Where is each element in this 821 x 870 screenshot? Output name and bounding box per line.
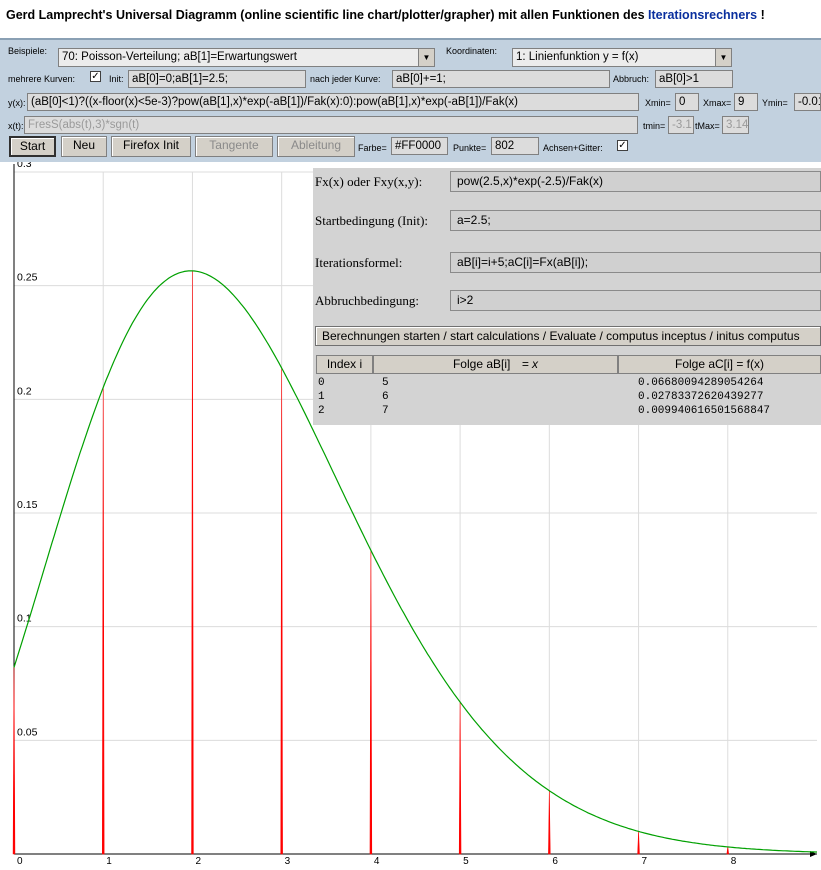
cell-ab: 6	[382, 391, 389, 403]
cell-ac: 0.009940616501568847	[638, 405, 771, 417]
mehrere-kurven-label: mehrere Kurven:	[8, 74, 76, 84]
y-tick-label: 0.2	[17, 385, 32, 397]
punkte-label: Punkte=	[453, 143, 487, 153]
cell-ab: 5	[382, 377, 389, 389]
control-panel: Beispiele: 70: Poisson-Verteilung; aB[1]…	[0, 38, 821, 164]
ymin-label: Ymin=	[762, 98, 788, 108]
beispiele-label: Beispiele:	[8, 46, 48, 56]
tmax-label: tMax=	[695, 121, 720, 131]
abbruchbedingung-input[interactable]: i>2	[450, 290, 821, 311]
x-tick-label: 5	[463, 856, 469, 867]
col-ab-header-text: Folge aB[i]	[452, 357, 511, 371]
col-ab-header-x: = x	[521, 357, 539, 371]
xmin-label: Xmin=	[645, 98, 671, 108]
cell-index: 0	[318, 377, 325, 389]
init-label: Init:	[109, 74, 124, 84]
punkte-input[interactable]: 802	[491, 137, 539, 155]
xmax-label: Xmax=	[703, 98, 732, 108]
title-text: Gerd Lamprecht's Universal Diagramm (onl…	[6, 8, 649, 22]
abbruchbedingung-label: Abbruchbedingung:	[315, 293, 419, 308]
cell-ac: 0.02783372620439277	[638, 391, 764, 403]
firefox-init-button[interactable]: Firefox Init	[111, 136, 191, 157]
beispiele-select[interactable]: 70: Poisson-Verteilung; aB[1]=Erwartungs…	[58, 48, 435, 67]
nach-jeder-kurve-input[interactable]: aB[0]+=1;	[392, 70, 610, 88]
koordinaten-select[interactable]: 1: Linienfunktion y = f(x) ▼	[512, 48, 732, 67]
table-row: 2 7 0.009940616501568847	[318, 404, 821, 418]
chevron-down-icon[interactable]: ▼	[715, 49, 731, 66]
ableitung-button[interactable]: Ableitung	[277, 136, 355, 157]
neu-button[interactable]: Neu	[61, 136, 107, 157]
x-tick-label: 1	[106, 856, 112, 867]
abbruch-label: Abbruch:	[613, 74, 650, 84]
xt-input[interactable]: FresS(abs(t),3)*sgn(t)	[24, 116, 638, 134]
y-tick-label: 0.3	[17, 162, 32, 170]
iterationsformel-input[interactable]: aB[i]=i+5;aC[i]=Fx(aB[i]);	[450, 252, 821, 273]
init-input[interactable]: aB[0]=0;aB[1]=2.5;	[128, 70, 306, 88]
xmin-input[interactable]: 0	[675, 93, 699, 111]
cell-index: 1	[318, 391, 325, 403]
farbe-label: Farbe=	[358, 143, 387, 153]
x-tick-label: 7	[642, 856, 648, 867]
fx-input[interactable]: pow(2.5,x)*exp(-2.5)/Fak(x)	[450, 171, 821, 192]
x-tick-label: 0	[17, 856, 23, 867]
xt-label: x(t):	[8, 121, 24, 131]
xmax-input[interactable]: 9	[734, 93, 758, 111]
page-title: Gerd Lamprecht's Universal Diagramm (onl…	[6, 8, 765, 22]
x-tick-label: 3	[285, 856, 291, 867]
abbruch-input[interactable]: aB[0]>1	[655, 70, 733, 88]
koordinaten-value: 1: Linienfunktion y = f(x)	[516, 51, 639, 63]
chevron-down-icon[interactable]: ▼	[418, 49, 434, 66]
y-tick-label: 0.05	[17, 726, 38, 738]
tmin-label: tmin=	[643, 121, 666, 131]
startbedingung-input[interactable]: a=2.5;	[450, 210, 821, 231]
table-row: 1 6 0.02783372620439277	[318, 390, 821, 404]
iterationsrechner-link[interactable]: Iterationsrechners	[648, 8, 757, 22]
start-button[interactable]: Start	[9, 136, 56, 157]
title-bar: Gerd Lamprecht's Universal Diagramm (onl…	[0, 0, 821, 36]
col-index-header: Index i	[316, 355, 373, 374]
fx-label: Fx(x) oder Fxy(x,y):	[315, 174, 423, 189]
tmin-input[interactable]: -3.1	[668, 116, 694, 134]
col-ac-header: Folge aC[i] = f(x)	[618, 355, 821, 374]
iteration-panel: Fx(x) oder Fxy(x,y): pow(2.5,x)*exp(-2.5…	[313, 168, 821, 425]
y-tick-label: 0.15	[17, 499, 38, 511]
yx-label: y(x):	[8, 98, 26, 108]
col-ab-header: Folge aB[i] = x	[373, 355, 618, 374]
achsen-gitter-label: Achsen+Gitter:	[543, 143, 603, 153]
x-tick-label: 4	[374, 856, 380, 867]
x-tick-label: 8	[731, 856, 737, 867]
beispiele-value: 70: Poisson-Verteilung; aB[1]=Erwartungs…	[62, 51, 297, 63]
nach-jeder-kurve-label: nach jeder Kurve:	[310, 74, 381, 84]
mehrere-kurven-checkbox[interactable]: ✓	[90, 71, 101, 82]
koordinaten-label: Koordinaten:	[446, 46, 498, 56]
cell-index: 2	[318, 405, 325, 417]
tangente-button[interactable]: Tangente	[195, 136, 273, 157]
farbe-input[interactable]: #FF0000	[391, 137, 448, 155]
ymin-input[interactable]: -0.01	[794, 93, 821, 111]
cell-ab: 7	[382, 405, 389, 417]
yx-input[interactable]: (aB[0]<1)?((x-floor(x)<5e-3)?pow(aB[1],x…	[27, 93, 639, 111]
tmax-input[interactable]: 3.14	[722, 116, 749, 134]
table-row: 0 5 0.06680094289054264	[318, 376, 821, 390]
title-suffix: !	[757, 8, 765, 22]
cell-ac: 0.06680094289054264	[638, 377, 764, 389]
startbedingung-label: Startbedingung (Init):	[315, 213, 429, 228]
iterationsformel-label: Iterationsformel:	[315, 255, 403, 270]
x-tick-label: 6	[552, 856, 558, 867]
calc-start-button[interactable]: Berechnungen starten / start calculation…	[315, 326, 821, 346]
y-tick-label: 0.25	[17, 272, 38, 284]
achsen-gitter-checkbox[interactable]: ✓	[617, 140, 628, 151]
x-tick-label: 2	[195, 856, 201, 867]
